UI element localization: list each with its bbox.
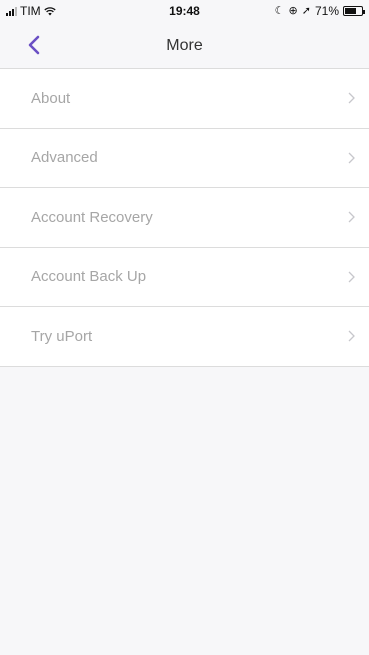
menu-item-label: About	[31, 89, 71, 107]
orientation-lock-icon: ⊕	[288, 5, 298, 17]
chevron-right-icon	[348, 152, 355, 163]
menu-item-label: Account Back Up	[31, 268, 147, 286]
battery-icon	[343, 6, 365, 16]
menu-list: About Advanced Account Recovery Account …	[0, 69, 369, 367]
status-right: ☾ ⊕ ➚ 71%	[274, 4, 365, 18]
menu-item-account-recovery[interactable]: Account Recovery	[0, 188, 369, 248]
menu-item-label: Account Recovery	[31, 208, 153, 226]
page-title: More	[166, 37, 203, 54]
menu-item-account-back-up[interactable]: Account Back Up	[0, 247, 369, 307]
empty-background	[0, 367, 369, 655]
battery-percent: 71%	[314, 4, 339, 18]
menu-item-advanced[interactable]: Advanced	[0, 128, 369, 188]
menu-item-label: Try uPort	[31, 327, 93, 345]
chevron-right-icon	[348, 92, 355, 104]
chevron-right-icon	[348, 271, 355, 282]
menu-item-about[interactable]: About	[0, 69, 369, 129]
battery-tip	[363, 10, 365, 14]
screen: TIM 19:48 ☾ ⊕ ➚ 71% More About Advanced …	[0, 0, 369, 655]
moon-icon: ☾	[274, 5, 285, 17]
battery-fill	[345, 8, 357, 14]
chevron-right-icon	[348, 330, 355, 342]
menu-item-try-uport[interactable]: Try uPort	[0, 307, 369, 367]
nav-bar: More	[0, 22, 369, 69]
status-bar: TIM 19:48 ☾ ⊕ ➚ 71%	[0, 0, 369, 22]
location-arrow-icon: ➚	[301, 5, 311, 17]
chevron-right-icon	[348, 211, 355, 223]
menu-item-label: Advanced	[31, 149, 98, 167]
